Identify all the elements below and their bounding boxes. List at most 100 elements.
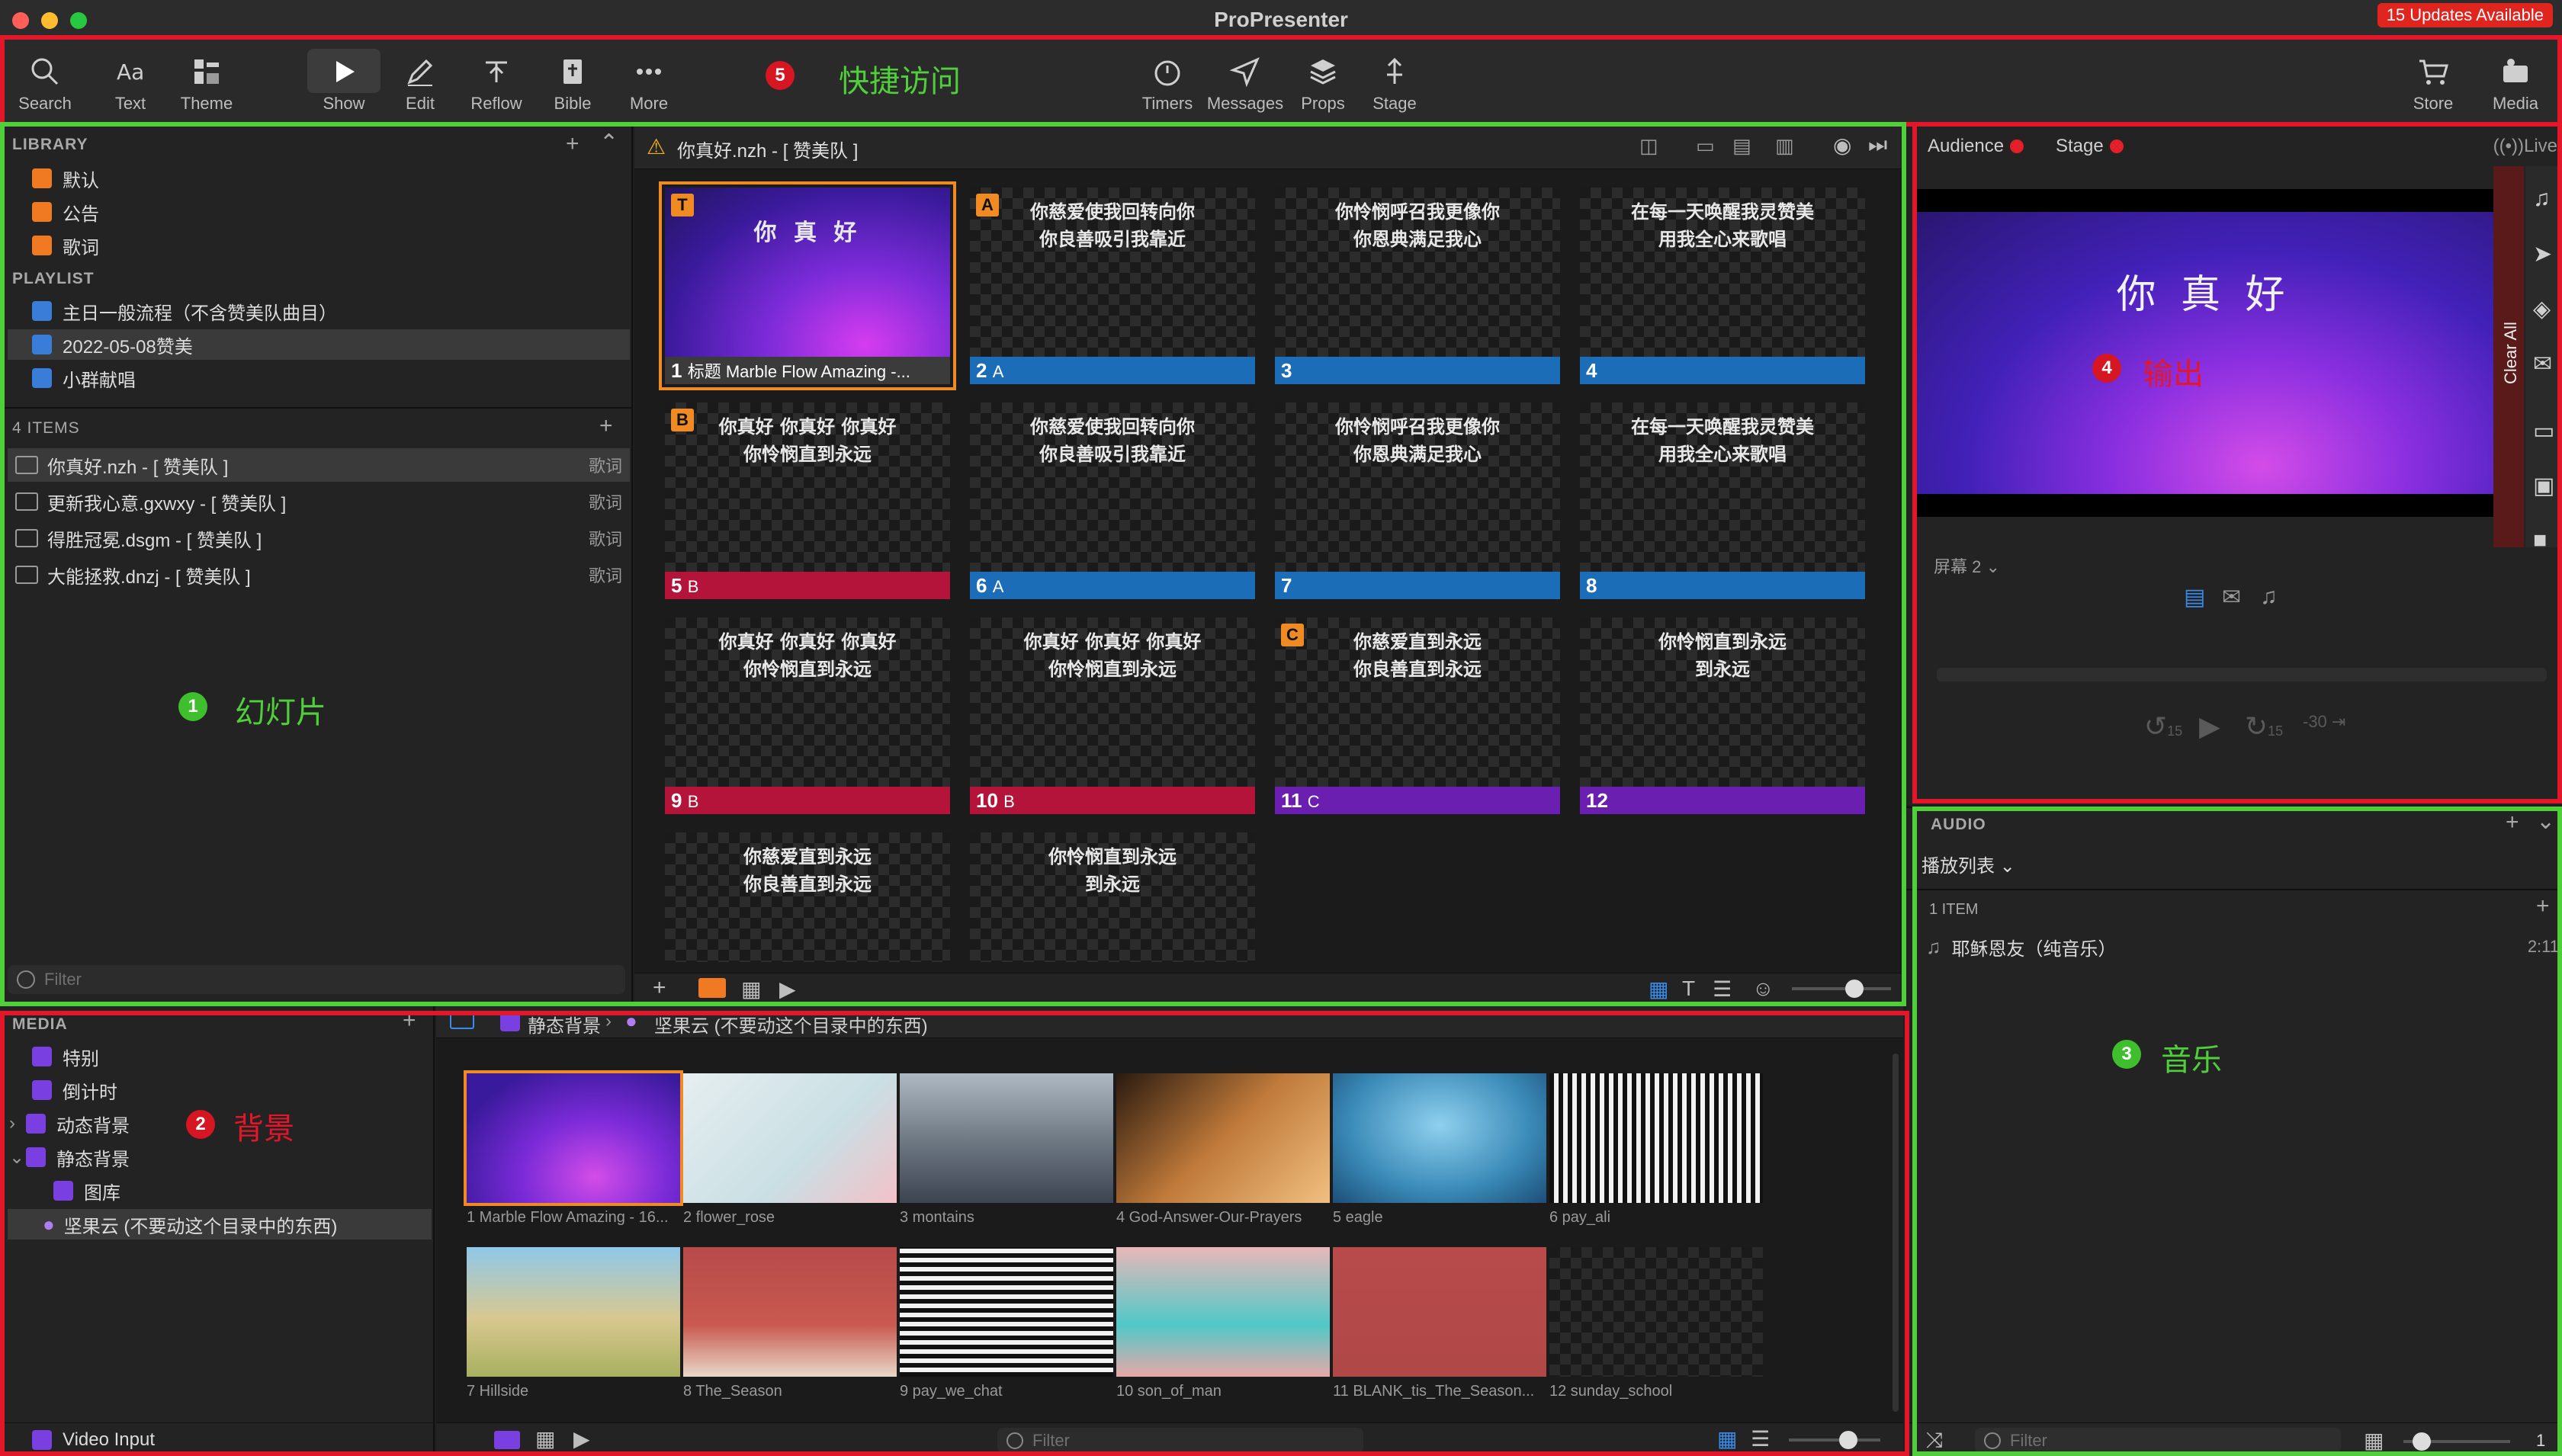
go-to-next-icon[interactable]: ⏭ [1868, 133, 1887, 158]
audio-slider-thumb[interactable] [2413, 1432, 2431, 1451]
slide-thumbnail[interactable]: 你怜悯呼召我更像你 你恩典满足我心 3 [1275, 188, 1560, 384]
slide-thumbnail[interactable]: 你真好 你真好 你真好 你怜悯直到永远 10 B [970, 617, 1255, 814]
skip-forward-button[interactable]: ↻15 [2245, 710, 2283, 742]
clear-messages-icon[interactable]: ➤ [2533, 241, 2552, 268]
media-button[interactable]: Media [2474, 49, 2557, 122]
media-item-selected[interactable]: ● 坚果云 (不要动这个目录中的东西) [8, 1209, 432, 1240]
breadcrumb-current[interactable]: 坚果云 (不要动这个目录中的东西) [654, 1011, 928, 1037]
add-track-button[interactable]: + [2536, 893, 2550, 919]
zoom-slider-track[interactable] [1792, 987, 1891, 990]
list-item[interactable]: 更新我心意.gxwxy - [ 赞美队 ] 歌词 [8, 485, 630, 518]
grid-view-icon[interactable]: ▦ [1649, 977, 1668, 1002]
more-button[interactable]: More [607, 49, 691, 122]
zoom-slider-thumb[interactable] [1845, 980, 1864, 998]
slide-thumbnail[interactable]: 你真好 你真好 你真好 你怜悯直到永远 9 B [665, 617, 950, 814]
media-item[interactable]: 图库 [53, 1175, 120, 1206]
slide-layer-icon[interactable]: ▤ [2184, 584, 2205, 611]
list-item[interactable]: 大能拯救.dnzj - [ 赞美队 ] 歌词 [8, 558, 630, 592]
slide-thumbnail[interactable]: A 你慈爱使我回转向你 你良善吸引我靠近 2 A [970, 188, 1255, 384]
checker-icon[interactable]: ▦ [741, 977, 761, 1002]
slide-thumbnail[interactable]: B 你真好 你真好 你真好 你怜悯直到永远 5 B [665, 402, 950, 599]
media-thumbnail[interactable] [1333, 1247, 1546, 1377]
playlist-dropdown[interactable]: 播放列表 ⌄ [1922, 851, 2015, 877]
clear-media-icon[interactable]: ▣ [2533, 473, 2554, 499]
audio-layer-icon[interactable]: ♫ [2260, 584, 2278, 610]
media-thumbnail[interactable] [1116, 1247, 1330, 1377]
media-thumbnail[interactable] [1116, 1073, 1330, 1203]
text-button[interactable]: Aa Text [88, 49, 172, 122]
add-library-button[interactable]: + [566, 131, 580, 157]
clear-audio-icon[interactable]: ♫ [2533, 186, 2551, 212]
audio-filter-input[interactable]: Filter [1975, 1428, 2341, 1454]
media-thumbnail[interactable] [1549, 1073, 1763, 1203]
list-view-icon[interactable]: ☰ [1713, 977, 1732, 1002]
audio-waveform-icon[interactable]: ◫ [1639, 134, 1658, 158]
add-audio-button[interactable]: + [2506, 810, 2519, 835]
items-filter-input[interactable]: Filter [8, 965, 625, 994]
messages-button[interactable]: Messages [1203, 49, 1287, 122]
reflow-button[interactable]: Reflow [454, 49, 538, 122]
clear-all-bar[interactable]: Clear All [2493, 166, 2524, 547]
media-item[interactable]: 倒计时 [32, 1075, 117, 1105]
slide-thumbnail[interactable]: 你慈爱使我回转向你 你良善吸引我靠近 6 A [970, 402, 1255, 599]
expand-icon[interactable]: ⌄ [2536, 808, 2555, 835]
announcement-layer-icon[interactable]: ✉ [2222, 584, 2241, 611]
bible-button[interactable]: Bible [531, 49, 615, 122]
playlist-item[interactable]: 主日一般流程（不含赞美队曲目） [32, 296, 337, 326]
thumb-size-slider-track[interactable] [1789, 1438, 1880, 1442]
slide-thumbnail[interactable]: 你怜悯直到永远 到永远 [970, 832, 1255, 962]
media-progress-bar[interactable] [1937, 668, 2547, 681]
updates-badge[interactable]: 15 Updates Available [2377, 3, 2553, 27]
media-filter-input[interactable]: Filter [997, 1428, 1363, 1454]
clear-announcement-icon[interactable]: ✉ [2533, 351, 2552, 377]
slide-thumbnail[interactable]: 在每一天唤醒我灵赞美 用我全心来歌唱 4 [1580, 188, 1865, 384]
timers-button[interactable]: Timers [1125, 49, 1209, 122]
media-thumbnail[interactable] [1549, 1247, 1763, 1377]
search-button[interactable]: Search [3, 49, 87, 122]
slide-thumbnail[interactable]: T你 真 好1 标题 Marble Flow Amazing -... [659, 181, 956, 390]
slide-thumbnail[interactable]: C 你慈爱直到永远 你良善直到永远 11 C [1275, 617, 1560, 814]
live-toggle[interactable]: ((•))Live [2493, 136, 2557, 157]
media-thumbnail[interactable] [467, 1247, 680, 1377]
media-item[interactable]: 特别 [32, 1041, 99, 1072]
group-icon[interactable] [698, 978, 726, 998]
sidebar-toggle-icon[interactable] [450, 1011, 474, 1029]
next-icon[interactable]: ▶ [779, 977, 796, 1002]
clear-video-icon[interactable]: ■ [2533, 528, 2547, 553]
show-button[interactable]: Show [302, 49, 386, 122]
slide-thumbnail[interactable]: 在每一天唤醒我灵赞美 用我全心来歌唱 8 [1580, 402, 1865, 599]
theme-button[interactable]: Theme [165, 49, 249, 122]
stage-tab[interactable]: Stage [2056, 136, 2124, 157]
media-thumbnail[interactable] [900, 1247, 1113, 1377]
text-view-icon[interactable]: T [1682, 977, 1695, 1001]
add-media-button[interactable]: + [403, 1008, 416, 1034]
add-item-button[interactable]: + [599, 413, 613, 439]
skip-30-button[interactable]: -30 ⇥ [2303, 712, 2345, 732]
list-item[interactable]: 得胜冠冕.dsgm - [ 赞美队 ] 歌词 [8, 521, 630, 555]
clear-slide-icon[interactable]: ▭ [2533, 418, 2554, 444]
slide-thumbnail[interactable]: 你怜悯呼召我更像你 你恩典满足我心 7 [1275, 402, 1560, 599]
playlist-item-selected[interactable]: 2022-05-08赞美 [8, 329, 630, 360]
clear-props-icon[interactable]: ◈ [2533, 296, 2551, 322]
media-item[interactable]: ⌄ 静态背景 [9, 1142, 130, 1172]
library-item[interactable]: 公告 [32, 197, 99, 227]
screen-selector[interactable]: 屏幕 2 ⌄ [1934, 553, 2000, 578]
thumb-size-slider-thumb[interactable] [1839, 1431, 1857, 1449]
audio-track[interactable]: ♫ 耶稣恩友（纯音乐） 2:11 [1926, 930, 2562, 964]
media-item[interactable]: › 动态背景 [9, 1108, 130, 1139]
emoji-icon[interactable]: ☺ [1752, 977, 1774, 1001]
stage-button[interactable]: Stage [1353, 49, 1437, 122]
arrangement-icon[interactable]: ▤ [1732, 134, 1751, 158]
media-layer-icon[interactable] [494, 1431, 520, 1449]
layout-icon[interactable]: ▥ [1775, 134, 1794, 158]
playlist-item[interactable]: 小群献唱 [32, 363, 136, 393]
checker-icon[interactable]: ▦ [535, 1426, 555, 1451]
list-view-icon[interactable]: ☰ [1751, 1426, 1770, 1451]
add-slide-button[interactable]: + [653, 975, 666, 1001]
edit-button[interactable]: Edit [378, 49, 462, 122]
checker-icon[interactable]: ▦ [2364, 1428, 2384, 1453]
slide-thumbnail[interactable]: 你慈爱直到永远 你良善直到永远 [665, 832, 950, 962]
media-thumbnail[interactable] [464, 1070, 683, 1206]
media-thumbnail[interactable] [1333, 1073, 1546, 1203]
next-icon[interactable]: ▶ [573, 1426, 590, 1451]
